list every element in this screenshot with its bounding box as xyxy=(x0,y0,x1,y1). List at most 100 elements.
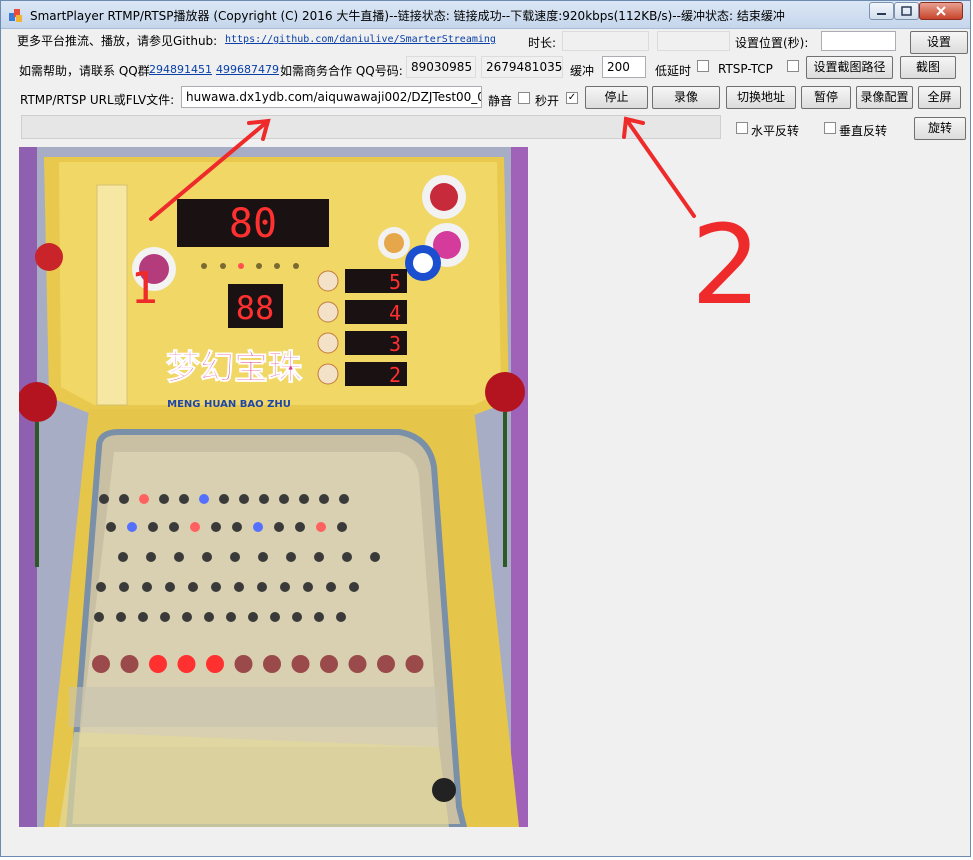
peg xyxy=(326,582,336,592)
url-input[interactable]: huwawa.dx1ydb.com/aiquwawaji002/DZJTest0… xyxy=(181,86,482,108)
score-item-icon xyxy=(317,270,339,292)
close-button[interactable] xyxy=(919,2,963,20)
low-latency-label: 低延时 xyxy=(655,64,692,78)
peg xyxy=(314,552,324,562)
screenshot-path-button[interactable]: 设置截图路径 xyxy=(806,56,893,79)
switch-url-button[interactable]: 切换地址 xyxy=(726,86,796,109)
video-frame: 80 88 5 4 3 2 梦幻宝珠 MENG HUAN BAO ZHU xyxy=(19,147,528,827)
title-bar[interactable]: SmartPlayer RTMP/RTSP播放器 (Copyright (C) … xyxy=(1,1,970,29)
peg xyxy=(174,552,184,562)
logo-chinese-text: 梦幻宝珠 xyxy=(166,348,303,388)
mute-checkbox[interactable] xyxy=(518,92,530,104)
buffer-input[interactable]: 200 xyxy=(602,56,646,78)
peg xyxy=(292,612,302,622)
peg xyxy=(299,494,309,504)
close-icon xyxy=(936,6,946,16)
slot-light xyxy=(320,655,338,673)
player-window: SmartPlayer RTMP/RTSP播放器 (Copyright (C) … xyxy=(0,0,971,857)
horizontal-flip-checkbox[interactable] xyxy=(736,122,748,134)
horizontal-flip-label: 水平反转 xyxy=(751,124,800,138)
github-hint-text: 更多平台推流、播放，请参见Github: xyxy=(17,34,218,48)
peg xyxy=(146,552,156,562)
peg xyxy=(148,522,158,532)
score-item-icon xyxy=(317,301,339,323)
score-item-value: 5 xyxy=(389,270,401,294)
slot-light xyxy=(405,655,424,673)
peg xyxy=(232,522,242,532)
qq-group-link-2[interactable]: 499687479 xyxy=(216,63,279,76)
app-icon xyxy=(9,9,22,22)
peg xyxy=(316,522,326,532)
peg xyxy=(274,522,284,532)
peg xyxy=(319,494,329,504)
low-latency-checkbox[interactable] xyxy=(697,60,709,72)
peg xyxy=(94,612,104,622)
slot-light xyxy=(206,655,224,673)
set-button[interactable]: 设置 xyxy=(910,31,968,54)
rotate-button[interactable]: 旋转 xyxy=(914,117,966,140)
peg xyxy=(257,582,267,592)
buffer-label: 缓冲 xyxy=(570,64,595,78)
peg xyxy=(258,552,268,562)
score-item-icon xyxy=(317,363,339,385)
pause-button[interactable]: 暂停 xyxy=(801,86,851,109)
record-config-button[interactable]: 录像配置 xyxy=(856,86,913,109)
peg xyxy=(219,494,229,504)
peg xyxy=(118,552,128,562)
peg xyxy=(286,552,296,562)
github-link[interactable]: https://github.com/daniulive/SmarterStre… xyxy=(225,34,496,45)
peg xyxy=(230,552,240,562)
peg xyxy=(202,552,212,562)
set-position-label: 设置位置(秒): xyxy=(735,36,809,50)
peg xyxy=(234,582,244,592)
minimize-icon xyxy=(877,13,886,15)
score-item-icon xyxy=(317,332,339,354)
slot-light xyxy=(348,655,367,673)
maximize-button[interactable] xyxy=(894,2,919,20)
peg xyxy=(349,582,359,592)
help-text: 如需帮助，请联系 QQ群 xyxy=(19,64,150,78)
peg xyxy=(211,582,221,592)
url-label: RTMP/RTSP URL或FLV文件: xyxy=(20,93,175,107)
peg xyxy=(190,522,200,532)
mute-label: 静音 xyxy=(488,94,513,108)
peg xyxy=(139,494,149,504)
duration-field xyxy=(562,31,649,51)
slot-light xyxy=(177,655,196,673)
fast-start-checkbox[interactable]: ✓ xyxy=(566,92,578,104)
peg xyxy=(99,494,109,504)
vertical-flip-label: 垂直反转 xyxy=(839,124,888,138)
slot-light xyxy=(92,655,110,673)
peg xyxy=(204,612,214,622)
slot-light xyxy=(120,655,139,673)
set-position-input[interactable] xyxy=(821,31,896,51)
peg xyxy=(336,612,346,622)
qq-group-link-1[interactable]: 294891451 xyxy=(149,63,212,76)
peg xyxy=(188,582,198,592)
peg xyxy=(339,494,349,504)
peg xyxy=(370,552,380,562)
stop-button[interactable]: 停止 xyxy=(585,86,648,109)
peg xyxy=(303,582,313,592)
vertical-flip-checkbox[interactable] xyxy=(824,122,836,134)
record-button[interactable]: 录像 xyxy=(652,86,720,109)
duration-label: 时长: xyxy=(528,36,557,50)
peg xyxy=(179,494,189,504)
peg xyxy=(165,582,175,592)
minimize-button[interactable] xyxy=(869,2,894,20)
peg xyxy=(314,612,324,622)
logo-english-text: MENG HUAN BAO ZHU xyxy=(167,399,291,410)
peg xyxy=(259,494,269,504)
video-display[interactable]: 80 88 5 4 3 2 梦幻宝珠 MENG HUAN BAO ZHU xyxy=(19,147,528,827)
screenshot-button[interactable]: 截图 xyxy=(900,56,956,79)
slot-light xyxy=(291,655,310,673)
fast-start-label: 秒开 xyxy=(535,94,560,108)
peg xyxy=(270,612,280,622)
peg xyxy=(169,522,179,532)
playback-progress-bar[interactable] xyxy=(21,115,721,139)
peg xyxy=(160,612,170,622)
fullscreen-button[interactable]: 全屏 xyxy=(918,86,961,109)
peg xyxy=(116,612,126,622)
rtsp-tcp-checkbox[interactable] xyxy=(787,60,799,72)
annotation-mark-2: 2 xyxy=(691,201,761,329)
